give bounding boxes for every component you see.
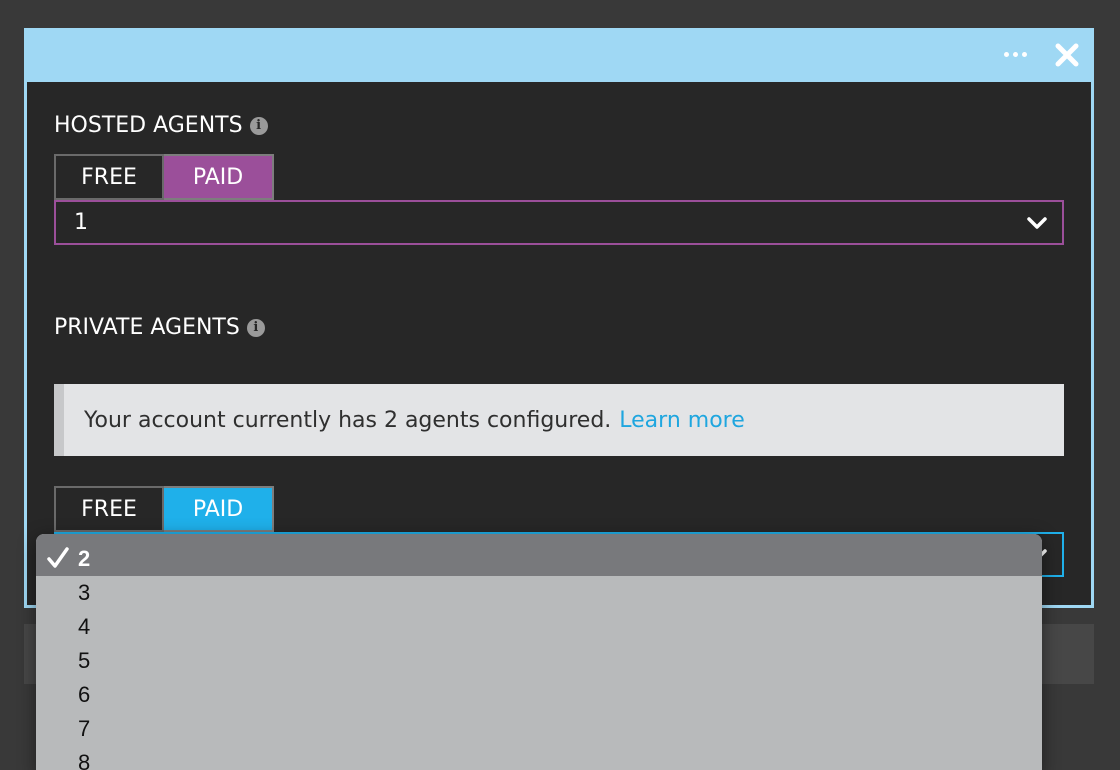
hosted-agents-value: 1 — [74, 210, 88, 235]
blade-header — [27, 31, 1091, 82]
private-agents-heading: PRIVATE AGENTS i — [54, 315, 265, 340]
dropdown-option[interactable]: 4 — [36, 610, 1042, 644]
more-dot — [1012, 51, 1018, 57]
private-paid-button[interactable]: PAID — [164, 486, 274, 532]
more-options-button[interactable] — [997, 39, 1033, 69]
agents-notice: Your account currently has 2 agents conf… — [54, 384, 1064, 456]
private-agents-title: PRIVATE AGENTS — [54, 315, 240, 340]
more-horizontal-icon — [1003, 51, 1009, 57]
checkmark-icon — [47, 547, 69, 568]
dropdown-option[interactable]: 8 — [36, 746, 1042, 770]
chevron-down-icon — [1027, 217, 1047, 229]
info-icon[interactable]: i — [249, 116, 268, 135]
close-icon — [1055, 43, 1079, 67]
info-icon[interactable]: i — [246, 318, 265, 337]
dropdown-option[interactable]: 6 — [36, 678, 1042, 712]
dropdown-option-label: 2 — [78, 546, 91, 571]
learn-more-link[interactable]: Learn more — [619, 408, 744, 433]
agent-count-dropdown: 2 3 4 5 6 7 8 — [36, 534, 1042, 770]
notice-text: Your account currently has 2 agents conf… — [84, 407, 612, 433]
private-free-button[interactable]: FREE — [54, 486, 164, 532]
private-plan-toggle: FREE PAID — [54, 486, 274, 532]
more-dot — [1021, 51, 1027, 57]
dropdown-option[interactable]: 3 — [36, 576, 1042, 610]
hosted-agents-heading: HOSTED AGENTS i — [54, 113, 268, 138]
hosted-agents-select[interactable]: 1 — [54, 200, 1064, 245]
close-button[interactable] — [1049, 37, 1085, 73]
hosted-plan-toggle: FREE PAID — [54, 154, 274, 200]
dropdown-option[interactable]: 5 — [36, 644, 1042, 678]
hosted-paid-button[interactable]: PAID — [164, 154, 274, 200]
dropdown-option-selected[interactable]: 2 — [36, 534, 1042, 576]
dropdown-option[interactable]: 7 — [36, 712, 1042, 746]
agents-blade: HOSTED AGENTS i FREE PAID 1 PRIVATE AGEN… — [24, 28, 1094, 608]
hosted-agents-title: HOSTED AGENTS — [54, 113, 243, 138]
hosted-free-button[interactable]: FREE — [54, 154, 164, 200]
